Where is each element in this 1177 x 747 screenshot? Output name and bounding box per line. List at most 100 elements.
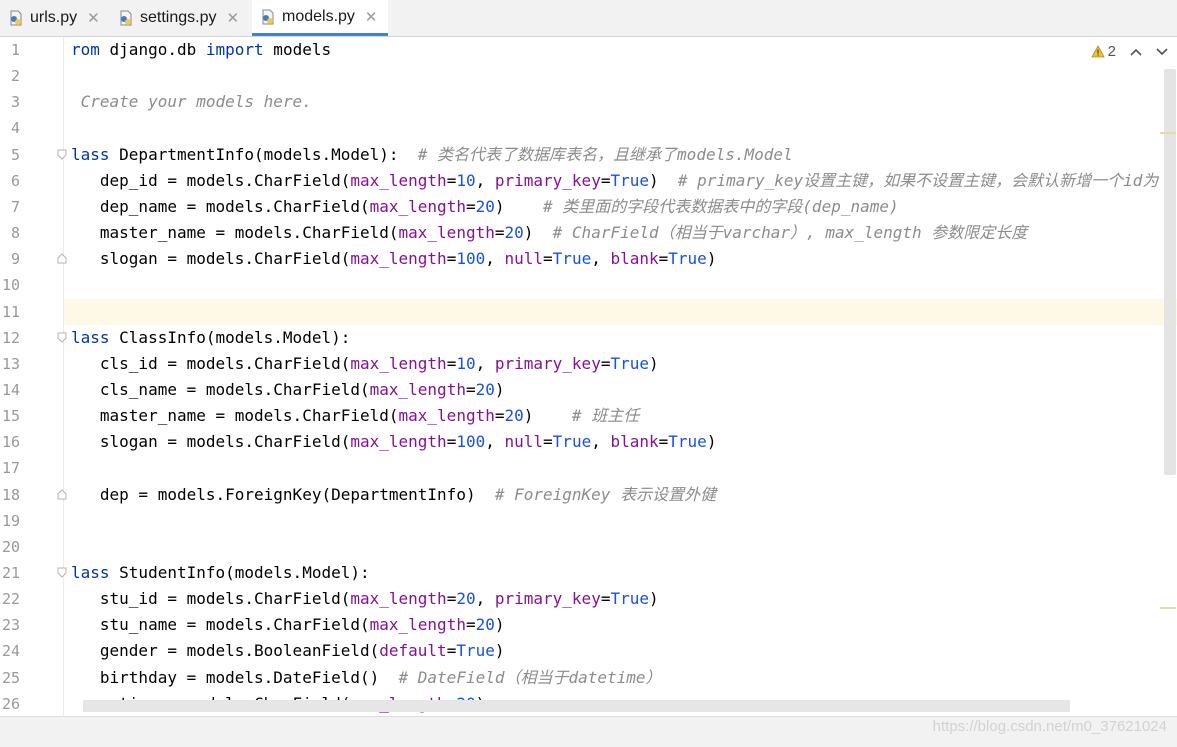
line-number: 17 <box>1 459 20 478</box>
code-line[interactable]: 14 cls_name = models.CharField(max_lengt… <box>0 377 1177 403</box>
code-line[interactable]: 16 slogan = models.CharField(max_length=… <box>0 429 1177 455</box>
code-token: , <box>485 432 505 452</box>
line-number: 25 <box>1 668 20 687</box>
line-number: 14 <box>1 380 20 399</box>
close-icon[interactable]: ✕ <box>226 9 239 27</box>
code-token: max_length <box>369 196 466 216</box>
tab-urls-py[interactable]: urls.py ✕ <box>0 0 106 36</box>
code-token: max_length <box>398 406 495 426</box>
code-token: = <box>446 432 457 452</box>
line-number: 22 <box>1 590 20 609</box>
code-line[interactable]: 8 master_name = models.CharField(max_len… <box>0 220 1177 246</box>
code-token: # 类名代表了数据库表名，且继承了models.Model <box>417 144 793 164</box>
code-line[interactable]: 12 lass ClassInfo(models.Model): <box>0 325 1177 351</box>
code-token: # 类里面的字段代表数据表中的字段(dep_name) <box>543 196 899 216</box>
code-line[interactable]: 6 dep_id = models.CharField(max_length=1… <box>0 168 1177 194</box>
code-line[interactable]: 3 Create your models here. <box>0 89 1177 115</box>
fold-icon[interactable] <box>57 567 67 578</box>
line-number: 12 <box>1 328 20 347</box>
code-token: max_length <box>350 249 447 269</box>
code-token: null <box>504 249 544 269</box>
code-line[interactable]: 22 stu_id = models.CharField(max_length=… <box>0 586 1177 612</box>
code-token: rom <box>71 40 100 59</box>
code-line[interactable]: 10 <box>0 272 1177 298</box>
code-token: lass <box>71 144 110 164</box>
code-line[interactable]: 18 dep = models.ForeignKey(DepartmentInf… <box>0 482 1177 508</box>
python-file-icon <box>118 10 134 26</box>
code-token: 20 <box>504 223 524 243</box>
code-token: 20 <box>475 379 495 399</box>
code-token: , <box>475 589 495 609</box>
code-token: = <box>543 249 553 269</box>
code-token: True <box>668 432 707 452</box>
code-line[interactable]: 13 cls_id = models.CharField(max_length=… <box>0 351 1177 377</box>
code-text: cls_id = models.CharField(max_length=10,… <box>71 351 659 377</box>
code-line[interactable]: 24 gender = models.BooleanField(default=… <box>0 638 1177 664</box>
code-token: True <box>610 170 649 190</box>
editor-tab-bar: urls.py ✕ settings.py ✕ models.py ✕ <box>0 0 1177 37</box>
horizontal-scrollbar[interactable] <box>83 700 1070 712</box>
code-token: = <box>658 432 669 452</box>
code-line[interactable]: 7 dep_name = models.CharField(max_length… <box>0 194 1177 220</box>
code-token: = <box>465 379 476 399</box>
line-number: 13 <box>1 354 20 373</box>
code-token: 100 <box>456 432 486 452</box>
tab-settings-py[interactable]: settings.py ✕ <box>110 0 248 36</box>
code-token: ) <box>523 223 553 243</box>
code-line[interactable]: 21 lass StudentInfo(models.Model): <box>0 560 1177 586</box>
line-number: 24 <box>1 642 20 661</box>
close-icon[interactable]: ✕ <box>365 8 378 26</box>
tab-label: settings.py <box>140 9 217 26</box>
code-line[interactable]: 20 <box>0 534 1177 560</box>
line-number: 6 <box>10 171 20 190</box>
line-number: 15 <box>1 407 20 426</box>
fold-icon[interactable] <box>57 332 67 343</box>
code-token: , <box>485 249 505 269</box>
code-token: ) <box>706 249 717 269</box>
code-token: import <box>205 40 264 59</box>
code-line[interactable]: 23 stu_name = models.CharField(max_lengt… <box>0 612 1177 638</box>
python-file-icon <box>260 9 276 25</box>
code-line[interactable]: 19 <box>0 508 1177 534</box>
code-token: ) <box>649 589 659 609</box>
code-token: dep_id = models.CharField( <box>71 170 351 190</box>
code-line[interactable]: 2 <box>0 63 1177 89</box>
code-token: DepartmentInfo(models.Model): <box>109 144 418 164</box>
line-number: 7 <box>10 197 20 216</box>
code-token: stu_id = models.CharField( <box>71 589 351 609</box>
code-line[interactable]: 25 birthday = models.DateField() # DateF… <box>0 665 1177 691</box>
code-token: , <box>475 170 495 190</box>
code-token: # CharField（相当于varchar）, max_length 参数限定… <box>552 223 1028 243</box>
code-token: stu_name = models.CharField( <box>71 615 370 635</box>
code-line[interactable]: 15 master_name = models.CharField(max_le… <box>0 403 1177 429</box>
fold-icon[interactable] <box>57 253 67 264</box>
code-token: , <box>591 249 611 269</box>
code-line[interactable]: 17 <box>0 455 1177 481</box>
code-line[interactable]: 9 slogan = models.CharField(max_length=1… <box>0 246 1177 272</box>
code-token: ) <box>494 379 505 399</box>
code-token: Create your models here. <box>71 92 312 112</box>
tab-models-py[interactable]: models.py ✕ <box>252 0 388 36</box>
code-editor[interactable]: 2 1 rom django.db import models 2 3 Create … <box>0 37 1177 716</box>
code-token: default <box>379 641 447 661</box>
code-text: stu_name = models.CharField(max_length=2… <box>71 612 505 638</box>
code-token: = <box>543 432 553 452</box>
code-token: True <box>668 249 707 269</box>
code-token: 20 <box>475 615 495 635</box>
line-number: 2 <box>10 67 20 86</box>
code-line[interactable]: 11 <box>0 299 1177 325</box>
code-token: django.db <box>99 40 206 59</box>
code-line[interactable]: 1 rom django.db import models <box>0 37 1177 63</box>
line-number: 20 <box>1 537 20 556</box>
code-token: ) <box>649 353 659 373</box>
fold-icon[interactable] <box>57 488 67 500</box>
code-line[interactable]: 4 <box>0 115 1177 141</box>
close-icon[interactable]: ✕ <box>87 9 100 27</box>
line-number: 5 <box>10 145 20 164</box>
code-token: slogan = models.CharField( <box>71 432 351 452</box>
fold-icon[interactable] <box>57 149 67 160</box>
code-line[interactable]: 5 lass DepartmentInfo(models.Model): # 类名… <box>0 142 1177 168</box>
code-text: birthday = models.DateField() # DateFiel… <box>71 665 662 691</box>
code-token: null <box>504 432 544 452</box>
code-token: 10 <box>456 170 476 190</box>
